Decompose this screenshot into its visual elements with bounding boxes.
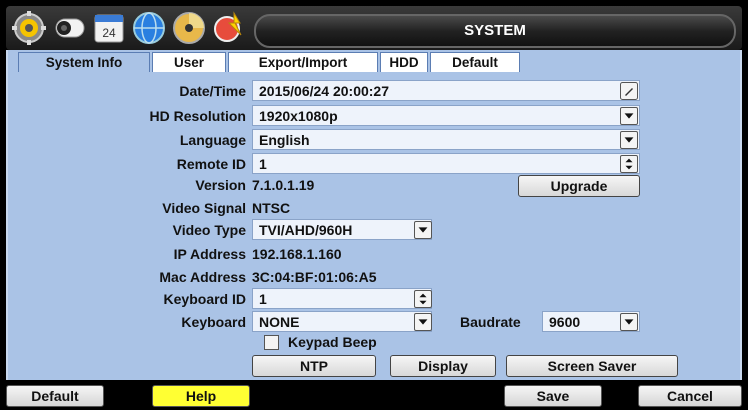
language-select[interactable]: English [252, 129, 640, 150]
video-signal-value: NTSC [252, 200, 291, 216]
camera-icon[interactable] [50, 9, 88, 47]
ip-address-label: IP Address [173, 246, 246, 262]
tab-system-info[interactable]: System Info [18, 52, 150, 72]
datetime-label: Date/Time [179, 83, 246, 99]
calendar-icon[interactable]: 24 [90, 9, 128, 47]
video-type-label: Video Type [172, 222, 246, 238]
help-button[interactable]: Help [152, 385, 250, 407]
language-label: Language [179, 132, 246, 148]
spinner-icon[interactable] [620, 155, 638, 173]
title-bar: 24 SYSTEM [6, 6, 742, 50]
keyboard-label: Keyboard [181, 314, 246, 330]
tab-hdd[interactable]: HDD [380, 52, 428, 72]
disc-icon[interactable] [170, 9, 208, 47]
tab-export-import[interactable]: Export/Import [228, 52, 378, 72]
keyboard-id-label: Keyboard ID [163, 291, 246, 307]
title-pill: SYSTEM [254, 14, 736, 48]
video-signal-label: Video Signal [162, 200, 246, 216]
chevron-down-icon[interactable] [620, 313, 638, 331]
ip-address-value: 192.168.1.160 [252, 246, 342, 262]
version-label: Version [195, 177, 246, 193]
remote-id-label: Remote ID [176, 156, 246, 172]
baudrate-label: Baudrate [460, 314, 521, 330]
mac-address-label: Mac Address [159, 269, 246, 285]
screen-saver-button[interactable]: Screen Saver [506, 355, 678, 377]
keypad-beep-label: Keypad Beep [288, 334, 377, 350]
datetime-field[interactable]: 2015/06/24 20:00:27 [252, 80, 640, 101]
video-type-select[interactable]: TVI/AHD/960H [252, 219, 432, 240]
chevron-down-icon[interactable] [620, 107, 638, 125]
mac-address-value: 3C:04:BF:01:06:A5 [252, 269, 377, 285]
dvr-system-window: 24 SYSTEM System Info User Export/Import… [0, 0, 748, 410]
keypad-beep-checkbox[interactable] [264, 335, 279, 350]
ntp-button[interactable]: NTP [252, 355, 376, 377]
version-value: 7.1.0.1.19 [252, 177, 315, 193]
edit-pencil-icon[interactable] [620, 82, 638, 100]
keyboard-select[interactable]: NONE [252, 311, 432, 332]
window-title: SYSTEM [464, 22, 526, 39]
footer-bar: Default Help Save Cancel [0, 380, 748, 410]
save-button[interactable]: Save [504, 385, 602, 407]
keyboard-id-field[interactable]: 1 [252, 288, 432, 309]
upgrade-button[interactable]: Upgrade [518, 175, 640, 197]
hd-resolution-select[interactable]: 1920x1080p [252, 105, 640, 126]
chevron-down-icon[interactable] [414, 221, 432, 239]
hd-resolution-label: HD Resolution [149, 108, 246, 124]
default-button[interactable]: Default [6, 385, 104, 407]
tab-default[interactable]: Default [430, 52, 520, 72]
settings-icon[interactable] [210, 9, 248, 47]
chevron-down-icon[interactable] [620, 131, 638, 149]
cancel-button[interactable]: Cancel [638, 385, 742, 407]
calendar-icon-text: 24 [102, 26, 116, 40]
spinner-icon[interactable] [414, 290, 432, 308]
globe-icon[interactable] [130, 9, 168, 47]
gear-icon[interactable] [10, 9, 48, 47]
remote-id-field[interactable]: 1 [252, 153, 640, 174]
chevron-down-icon[interactable] [414, 313, 432, 331]
system-panel: System Info User Export/Import HDD Defau… [6, 50, 742, 380]
tab-user[interactable]: User [152, 52, 226, 72]
display-button[interactable]: Display [390, 355, 496, 377]
